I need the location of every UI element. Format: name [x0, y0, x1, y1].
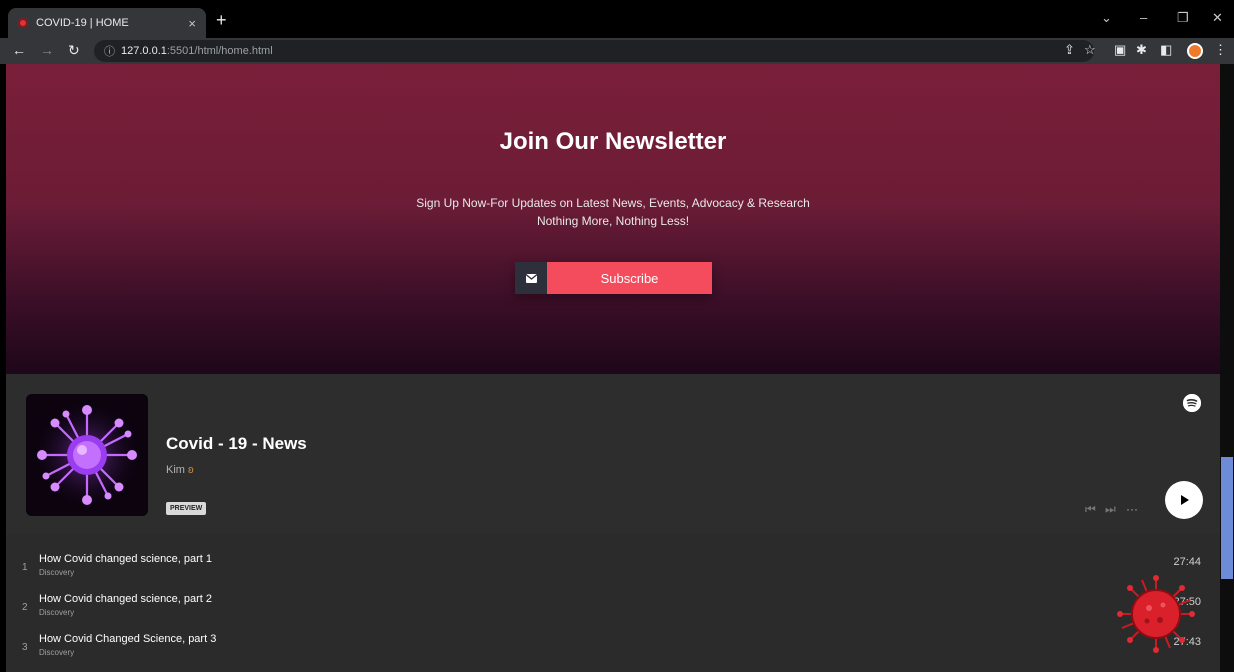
- bookmark-star-icon[interactable]: ☆: [1084, 42, 1096, 58]
- track-title: How Covid Changed Science, part 3: [39, 633, 217, 645]
- track-number: 2: [22, 602, 28, 613]
- scrollbar-thumb[interactable]: [1221, 457, 1233, 579]
- track-row[interactable]: 3 How Covid Changed Science, part 3 Disc…: [6, 626, 1220, 666]
- address-bar[interactable]: ⓘ 127.0.0.1:5501/html/home.html: [94, 40, 1094, 62]
- forward-icon[interactable]: →: [40, 42, 54, 58]
- menu-dots-icon[interactable]: ⋮: [1214, 42, 1227, 58]
- spotify-embed: Covid - 19 - News Kim ʚ PREVIEW ⏮ ⏭ ···: [6, 374, 1220, 672]
- embed-header: Covid - 19 - News Kim ʚ PREVIEW ⏮ ⏭ ···: [6, 374, 1220, 534]
- tab-close-icon[interactable]: ×: [188, 16, 196, 31]
- page-scrollbar[interactable]: [1220, 64, 1234, 672]
- maximize-icon[interactable]: ❐: [1177, 10, 1189, 26]
- virus-scroll-top-icon[interactable]: [1116, 574, 1196, 654]
- share-icon[interactable]: ⇪: [1064, 42, 1075, 58]
- site-info-icon[interactable]: ⓘ: [104, 43, 115, 59]
- track-title: How Covid changed science, part 2: [39, 593, 213, 605]
- show-author[interactable]: Kim ʚ: [166, 464, 194, 476]
- subscribe-form: Subscribe: [515, 262, 712, 294]
- podcast-cover-image[interactable]: [26, 394, 148, 516]
- track-subtitle: Discovery: [39, 568, 75, 577]
- spotify-logo-icon[interactable]: [1183, 394, 1201, 412]
- show-title[interactable]: Covid - 19 - News: [166, 434, 307, 454]
- url-host: 127.0.0.1: [121, 45, 167, 57]
- browser-tab[interactable]: COVID-19 | HOME ×: [8, 8, 206, 38]
- track-subtitle: Discovery: [39, 608, 75, 617]
- back-icon[interactable]: ←: [12, 42, 26, 58]
- extension-icon[interactable]: ▣: [1114, 42, 1126, 58]
- butterfly-icon: ʚ: [188, 464, 194, 476]
- newsletter-subtitle: Sign Up Now-For Updates on Latest News, …: [6, 194, 1220, 230]
- side-panel-icon[interactable]: ◧: [1160, 42, 1172, 58]
- virus-favicon-icon: [18, 18, 28, 28]
- play-button[interactable]: [1165, 481, 1203, 519]
- track-number: 3: [22, 642, 28, 653]
- tab-search-icon[interactable]: ⌄: [1101, 10, 1112, 26]
- browser-toolbar: ← → ↻ ⓘ 127.0.0.1:5501/html/home.html ⇪ …: [0, 38, 1234, 64]
- newsletter-subtitle-line2: Nothing More, Nothing Less!: [536, 214, 690, 228]
- minimize-icon[interactable]: –: [1140, 10, 1147, 25]
- newsletter-section: Join Our Newsletter Sign Up Now-For Upda…: [6, 64, 1220, 374]
- browser-tab-bar: COVID-19 | HOME × + ⌄ – ❐ ✕: [0, 0, 1234, 38]
- track-row[interactable]: 2 How Covid changed science, part 2 Disc…: [6, 586, 1220, 626]
- new-tab-icon[interactable]: +: [216, 10, 227, 31]
- track-duration: 27:44: [1173, 556, 1201, 568]
- track-subtitle: Discovery: [39, 648, 75, 657]
- url-path: :5501/html/home.html: [166, 45, 273, 57]
- track-title: How Covid changed science, part 1: [39, 553, 213, 565]
- window-close-icon[interactable]: ✕: [1212, 10, 1223, 26]
- preview-badge: PREVIEW: [166, 502, 207, 515]
- tab-title: COVID-19 | HOME: [36, 17, 129, 29]
- page-viewport: Join Our Newsletter Sign Up Now-For Upda…: [6, 64, 1220, 672]
- newsletter-subtitle-line1: Sign Up Now-For Updates on Latest News, …: [416, 196, 810, 210]
- subscribe-button[interactable]: Subscribe: [547, 262, 712, 294]
- reload-icon[interactable]: ↻: [68, 42, 80, 59]
- envelope-icon: [515, 262, 547, 294]
- newsletter-title: Join Our Newsletter: [499, 128, 727, 155]
- puzzle-extensions-icon[interactable]: ✱: [1136, 42, 1147, 58]
- more-options-icon[interactable]: ···: [1126, 502, 1138, 516]
- track-row[interactable]: 1 How Covid changed science, part 1 Disc…: [6, 546, 1220, 586]
- author-name: Kim: [166, 464, 185, 476]
- previous-track-icon[interactable]: ⏮: [1085, 502, 1096, 517]
- play-icon: [1181, 495, 1189, 505]
- profile-avatar[interactable]: [1187, 43, 1203, 59]
- next-track-icon[interactable]: ⏭: [1105, 502, 1116, 517]
- track-number: 1: [22, 562, 28, 573]
